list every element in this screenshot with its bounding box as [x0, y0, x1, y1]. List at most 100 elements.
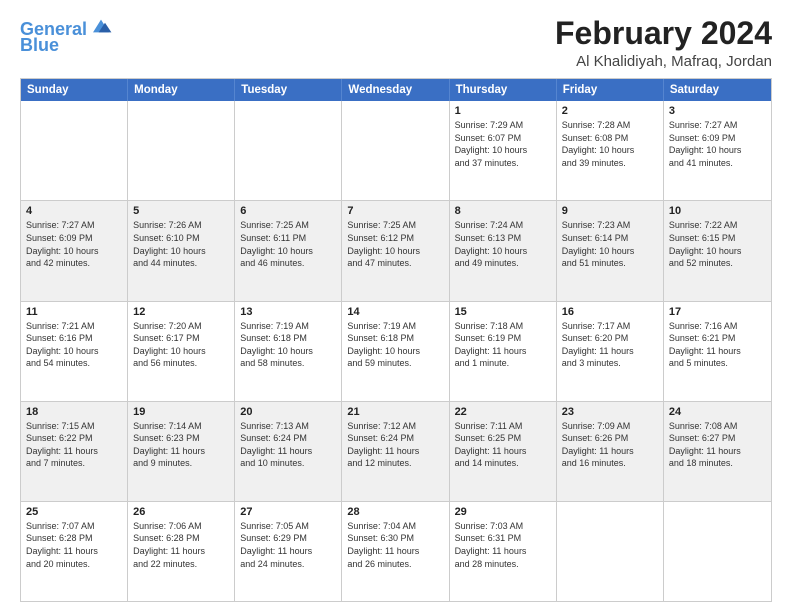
day-info: Sunrise: 7:24 AM Sunset: 6:13 PM Dayligh…	[455, 219, 551, 269]
day-cell-7: 7 Sunrise: 7:25 AM Sunset: 6:12 PM Daylig…	[342, 201, 449, 300]
day-cell-18: 18 Sunrise: 7:15 AM Sunset: 6:22 PM Dayli…	[21, 402, 128, 501]
day-info: Sunrise: 7:21 AM Sunset: 6:16 PM Dayligh…	[26, 320, 122, 370]
day-info: Sunrise: 7:28 AM Sunset: 6:08 PM Dayligh…	[562, 119, 658, 169]
day-info: Sunrise: 7:19 AM Sunset: 6:18 PM Dayligh…	[347, 320, 443, 370]
day-number: 9	[562, 205, 658, 217]
empty-cell-0-0	[21, 101, 128, 200]
day-number: 26	[133, 506, 229, 518]
day-info: Sunrise: 7:25 AM Sunset: 6:11 PM Dayligh…	[240, 219, 336, 269]
day-cell-8: 8 Sunrise: 7:24 AM Sunset: 6:13 PM Daylig…	[450, 201, 557, 300]
day-number: 24	[669, 406, 766, 418]
day-info: Sunrise: 7:07 AM Sunset: 6:28 PM Dayligh…	[26, 520, 122, 570]
day-cell-15: 15 Sunrise: 7:18 AM Sunset: 6:19 PM Dayli…	[450, 302, 557, 401]
day-cell-2: 2 Sunrise: 7:28 AM Sunset: 6:08 PM Daylig…	[557, 101, 664, 200]
day-number: 23	[562, 406, 658, 418]
day-cell-16: 16 Sunrise: 7:17 AM Sunset: 6:20 PM Dayli…	[557, 302, 664, 401]
day-number: 8	[455, 205, 551, 217]
day-number: 4	[26, 205, 122, 217]
day-info: Sunrise: 7:15 AM Sunset: 6:22 PM Dayligh…	[26, 420, 122, 470]
day-number: 5	[133, 205, 229, 217]
day-cell-21: 21Sunrise: 7:12 AM Sunset: 6:24 PM Dayli…	[342, 402, 449, 501]
day-info: Sunrise: 7:27 AM Sunset: 6:09 PM Dayligh…	[669, 119, 766, 169]
day-info: Sunrise: 7:13 AM Sunset: 6:24 PM Dayligh…	[240, 420, 336, 470]
weekday-header-monday: Monday	[128, 79, 235, 101]
weekday-header-sunday: Sunday	[21, 79, 128, 101]
day-number: 19	[133, 406, 229, 418]
day-number: 20	[240, 406, 336, 418]
title-block: February 2024 Al Khalidiyah, Mafraq, Jor…	[555, 16, 772, 70]
day-info: Sunrise: 7:20 AM Sunset: 6:17 PM Dayligh…	[133, 320, 229, 370]
day-cell-6: 6 Sunrise: 7:25 AM Sunset: 6:11 PM Daylig…	[235, 201, 342, 300]
day-info: Sunrise: 7:18 AM Sunset: 6:19 PM Dayligh…	[455, 320, 551, 370]
day-number: 22	[455, 406, 551, 418]
day-cell-17: 17Sunrise: 7:16 AM Sunset: 6:21 PM Dayli…	[664, 302, 771, 401]
day-info: Sunrise: 7:04 AM Sunset: 6:30 PM Dayligh…	[347, 520, 443, 570]
day-cell-23: 23 Sunrise: 7:09 AM Sunset: 6:26 PM Dayli…	[557, 402, 664, 501]
day-info: Sunrise: 7:25 AM Sunset: 6:12 PM Dayligh…	[347, 219, 443, 269]
calendar: SundayMondayTuesdayWednesdayThursdayFrid…	[20, 78, 772, 602]
logo: General Blue	[20, 20, 113, 56]
main-title: February 2024	[555, 16, 772, 51]
day-cell-9: 9Sunrise: 7:23 AM Sunset: 6:14 PM Daylig…	[557, 201, 664, 300]
day-info: Sunrise: 7:19 AM Sunset: 6:18 PM Dayligh…	[240, 320, 336, 370]
weekday-header-wednesday: Wednesday	[342, 79, 449, 101]
empty-cell-0-2	[235, 101, 342, 200]
calendar-row-2: 4 Sunrise: 7:27 AM Sunset: 6:09 PM Daylig…	[21, 200, 771, 300]
day-info: Sunrise: 7:16 AM Sunset: 6:21 PM Dayligh…	[669, 320, 766, 370]
day-number: 16	[562, 306, 658, 318]
day-number: 1	[455, 105, 551, 117]
logo-icon	[89, 14, 113, 38]
day-info: Sunrise: 7:14 AM Sunset: 6:23 PM Dayligh…	[133, 420, 229, 470]
day-cell-4: 4 Sunrise: 7:27 AM Sunset: 6:09 PM Daylig…	[21, 201, 128, 300]
page: General Blue February 2024 Al Khalidiyah…	[0, 0, 792, 612]
day-cell-10: 10 Sunrise: 7:22 AM Sunset: 6:15 PM Dayli…	[664, 201, 771, 300]
weekday-header-friday: Friday	[557, 79, 664, 101]
day-cell-29: 29 Sunrise: 7:03 AM Sunset: 6:31 PM Dayli…	[450, 502, 557, 601]
day-number: 25	[26, 506, 122, 518]
weekday-header-tuesday: Tuesday	[235, 79, 342, 101]
day-cell-28: 28 Sunrise: 7:04 AM Sunset: 6:30 PM Dayli…	[342, 502, 449, 601]
day-cell-19: 19 Sunrise: 7:14 AM Sunset: 6:23 PM Dayli…	[128, 402, 235, 501]
day-number: 11	[26, 306, 122, 318]
day-cell-13: 13 Sunrise: 7:19 AM Sunset: 6:18 PM Dayli…	[235, 302, 342, 401]
empty-cell-4-6	[664, 502, 771, 601]
day-number: 28	[347, 506, 443, 518]
day-cell-26: 26Sunrise: 7:06 AM Sunset: 6:28 PM Dayli…	[128, 502, 235, 601]
day-cell-24: 24 Sunrise: 7:08 AM Sunset: 6:27 PM Dayli…	[664, 402, 771, 501]
day-number: 7	[347, 205, 443, 217]
day-cell-3: 3Sunrise: 7:27 AM Sunset: 6:09 PM Daylig…	[664, 101, 771, 200]
day-number: 15	[455, 306, 551, 318]
day-number: 27	[240, 506, 336, 518]
empty-cell-4-5	[557, 502, 664, 601]
calendar-row-3: 11 Sunrise: 7:21 AM Sunset: 6:16 PM Dayli…	[21, 301, 771, 401]
day-info: Sunrise: 7:03 AM Sunset: 6:31 PM Dayligh…	[455, 520, 551, 570]
day-info: Sunrise: 7:05 AM Sunset: 6:29 PM Dayligh…	[240, 520, 336, 570]
calendar-body: 1Sunrise: 7:29 AM Sunset: 6:07 PM Daylig…	[21, 101, 771, 601]
day-number: 6	[240, 205, 336, 217]
day-number: 29	[455, 506, 551, 518]
day-info: Sunrise: 7:09 AM Sunset: 6:26 PM Dayligh…	[562, 420, 658, 470]
day-cell-14: 14Sunrise: 7:19 AM Sunset: 6:18 PM Dayli…	[342, 302, 449, 401]
day-info: Sunrise: 7:08 AM Sunset: 6:27 PM Dayligh…	[669, 420, 766, 470]
calendar-row-5: 25 Sunrise: 7:07 AM Sunset: 6:28 PM Dayli…	[21, 501, 771, 601]
day-cell-27: 27 Sunrise: 7:05 AM Sunset: 6:29 PM Dayli…	[235, 502, 342, 601]
day-cell-22: 22 Sunrise: 7:11 AM Sunset: 6:25 PM Dayli…	[450, 402, 557, 501]
day-info: Sunrise: 7:11 AM Sunset: 6:25 PM Dayligh…	[455, 420, 551, 470]
day-number: 2	[562, 105, 658, 117]
day-number: 12	[133, 306, 229, 318]
calendar-row-1: 1Sunrise: 7:29 AM Sunset: 6:07 PM Daylig…	[21, 101, 771, 200]
day-cell-12: 12 Sunrise: 7:20 AM Sunset: 6:17 PM Dayli…	[128, 302, 235, 401]
weekday-header-thursday: Thursday	[450, 79, 557, 101]
day-cell-11: 11 Sunrise: 7:21 AM Sunset: 6:16 PM Dayli…	[21, 302, 128, 401]
day-number: 10	[669, 205, 766, 217]
day-info: Sunrise: 7:12 AM Sunset: 6:24 PM Dayligh…	[347, 420, 443, 470]
day-info: Sunrise: 7:17 AM Sunset: 6:20 PM Dayligh…	[562, 320, 658, 370]
day-number: 18	[26, 406, 122, 418]
header: General Blue February 2024 Al Khalidiyah…	[20, 16, 772, 70]
day-cell-25: 25 Sunrise: 7:07 AM Sunset: 6:28 PM Dayli…	[21, 502, 128, 601]
day-info: Sunrise: 7:27 AM Sunset: 6:09 PM Dayligh…	[26, 219, 122, 269]
empty-cell-0-3	[342, 101, 449, 200]
day-number: 13	[240, 306, 336, 318]
day-info: Sunrise: 7:22 AM Sunset: 6:15 PM Dayligh…	[669, 219, 766, 269]
day-cell-5: 5Sunrise: 7:26 AM Sunset: 6:10 PM Daylig…	[128, 201, 235, 300]
